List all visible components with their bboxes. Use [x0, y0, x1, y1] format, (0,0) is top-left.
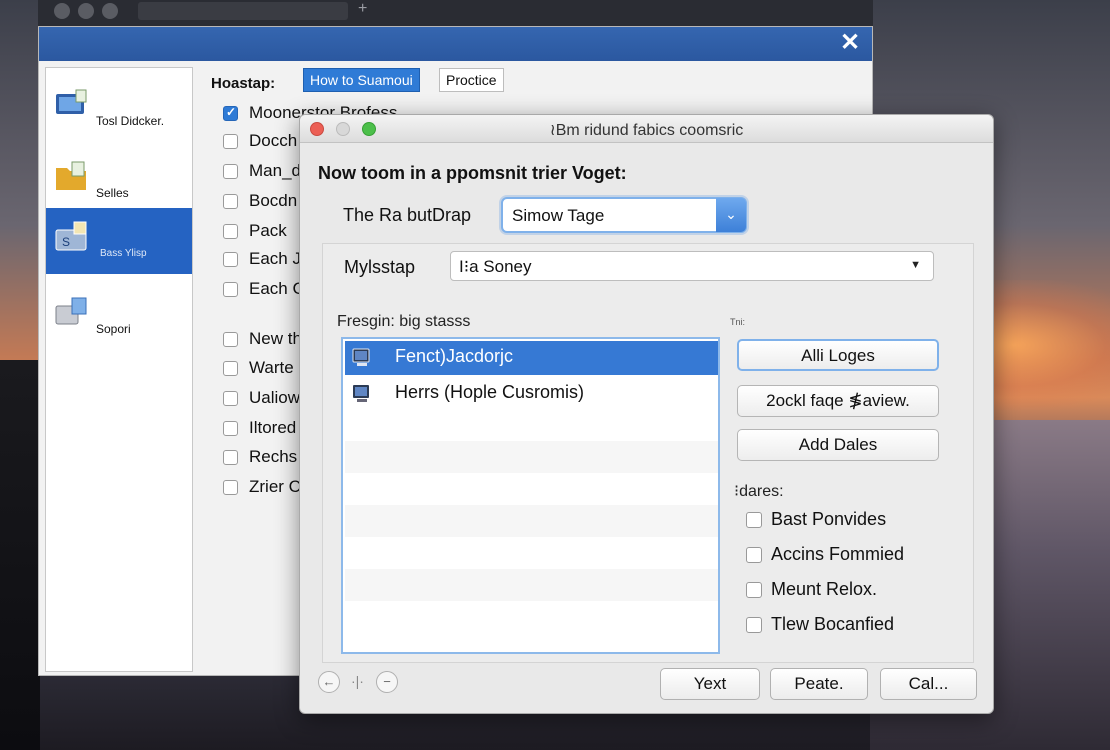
- folder-icon: [56, 161, 86, 190]
- checkbox[interactable]: [223, 450, 238, 465]
- buttons-label: Tni:: [730, 317, 746, 327]
- checkbox[interactable]: [223, 164, 238, 179]
- checkbox-label: Iltored: [249, 418, 297, 437]
- list-item[interactable]: Herrs (Hople Cusromis): [345, 377, 718, 411]
- checkbox-label: Warte: [249, 358, 294, 377]
- checkbox[interactable]: [746, 547, 762, 563]
- sidebar: Tosl Didcker. Selles S Bass Ylisp Sopori: [45, 67, 193, 672]
- checkbox[interactable]: [223, 421, 238, 436]
- checkbox[interactable]: [746, 582, 762, 598]
- remove-icon[interactable]: −: [376, 671, 398, 693]
- checkbox[interactable]: [223, 134, 238, 149]
- monitor-icon: [353, 385, 369, 402]
- sidebar-item-label: Selles: [96, 186, 129, 200]
- checkbox[interactable]: [223, 361, 238, 376]
- new-tab-icon[interactable]: +: [358, 0, 367, 18]
- option-label: Accins Fommied: [771, 544, 905, 564]
- strip-dot-3[interactable]: [102, 3, 118, 19]
- checkbox[interactable]: [223, 194, 238, 209]
- close-icon[interactable]: ✕: [836, 29, 864, 57]
- nav-separator: ·|·: [351, 673, 364, 689]
- checkbox-label: Bocdn: [249, 191, 298, 210]
- option-label: Bast Ponvides: [771, 509, 887, 529]
- checkbox-label: Ualiow: [249, 388, 301, 407]
- checkbox-label: Zrier C: [249, 477, 301, 496]
- list-item[interactable]: Fenct)Jacdorjc: [345, 341, 718, 375]
- option-label: Tlew Bocanfied: [771, 614, 895, 634]
- sidebar-item-sopori[interactable]: Sopori: [46, 284, 192, 350]
- sidebar-item-label: Tosl Didcker.: [96, 114, 165, 128]
- drive-icon: S: [55, 221, 87, 251]
- all-loges-button[interactable]: Alli Loges: [737, 339, 939, 371]
- list-label: Fresgin: big stasss: [337, 313, 471, 330]
- chevron-down-icon[interactable]: ⌄: [716, 198, 746, 232]
- checkbox-label: Docch: [249, 131, 298, 150]
- sidebar-item-label: Sopori: [96, 322, 131, 336]
- checkbox-label: Each J: [249, 249, 301, 268]
- select-dropdown[interactable]: I⁝a Soney ▼: [450, 251, 934, 281]
- sidebar-item-selles[interactable]: Selles: [46, 148, 192, 214]
- options-label: ⁝dares:: [734, 483, 784, 500]
- list-item-label: Herrs (Hople Cusromis): [395, 382, 585, 402]
- add-dales-button[interactable]: Add Dales: [737, 429, 939, 461]
- checkbox[interactable]: [746, 617, 762, 633]
- checkbox-label: Rechs: [249, 447, 298, 466]
- sidebar-item-bass-ylisp[interactable]: S Bass Ylisp: [46, 208, 192, 274]
- checkbox[interactable]: [223, 480, 238, 495]
- yext-button[interactable]: Yext: [660, 668, 760, 700]
- strip-dot-1[interactable]: [54, 3, 70, 19]
- sidebar-item-label: Bass Ylisp: [100, 248, 147, 259]
- dialog-heading: Now toom in a ppomsnit trier Voget:: [318, 163, 627, 183]
- section-label: Hoastap:: [211, 75, 276, 92]
- list-empty-row: [345, 505, 718, 537]
- svg-text:S: S: [62, 235, 70, 249]
- peate-button[interactable]: Peate.: [770, 668, 868, 700]
- list-item-label: Fenct)Jacdorjc: [395, 346, 514, 366]
- option-label: Meunt Relox.: [771, 579, 878, 599]
- checkbox[interactable]: [223, 282, 238, 297]
- item-list[interactable]: Fenct)Jacdorjc Herrs (Hople Cusromis): [341, 337, 720, 654]
- select-label: Mylsstap: [344, 257, 416, 277]
- checkbox[interactable]: [223, 224, 238, 239]
- list-empty-row: [345, 569, 718, 601]
- checkbox-label: Pack: [249, 221, 287, 240]
- dialog-window: ≀Bm ridund fabics coomsric Now toom in a…: [299, 114, 994, 714]
- cancel-button[interactable]: Cal...: [880, 668, 977, 700]
- dialog-title: ≀Bm ridund fabics coomsric: [549, 122, 744, 139]
- dropdown-arrow-icon: ▼: [910, 259, 921, 271]
- computer-icon: [56, 89, 87, 114]
- monitor-icon: [352, 348, 370, 366]
- checkbox[interactable]: [223, 332, 238, 347]
- checkbox[interactable]: [223, 391, 238, 406]
- tree-silhouette: [0, 360, 40, 750]
- checkbox[interactable]: [223, 252, 238, 267]
- sidebar-item-tosl-didcker[interactable]: Tosl Didcker.: [46, 76, 192, 142]
- checkbox[interactable]: [223, 105, 238, 121]
- browser-tab-strip: +: [38, 0, 873, 26]
- checkbox[interactable]: [746, 512, 762, 528]
- network-icon: [55, 297, 87, 325]
- tab-proctice[interactable]: Proctice: [439, 68, 504, 92]
- back-arrow-icon[interactable]: ←: [318, 671, 340, 693]
- combo-box[interactable]: Simow Tage ⌄: [501, 197, 747, 233]
- select-value: I⁝a Soney: [459, 257, 532, 276]
- dialog-titlebar: ≀Bm ridund fabics coomsric: [300, 115, 993, 143]
- combo-value: Simow Tage: [512, 206, 605, 225]
- strip-dot-2[interactable]: [78, 3, 94, 19]
- list-empty-row: [345, 441, 718, 473]
- checkbox-label: Each C: [249, 279, 305, 298]
- back-window-titlebar: ✕: [39, 27, 872, 61]
- combo-label: The Ra butDrap: [343, 205, 472, 225]
- checkbox-label: Man_d: [249, 161, 301, 180]
- tab-how-to-suamoui[interactable]: How to Suamoui: [303, 68, 420, 92]
- checkbox-label: New th: [249, 329, 302, 348]
- strip-address-field[interactable]: [138, 2, 348, 20]
- preview-button[interactable]: 2ockl faqe ≸aview.: [737, 385, 939, 417]
